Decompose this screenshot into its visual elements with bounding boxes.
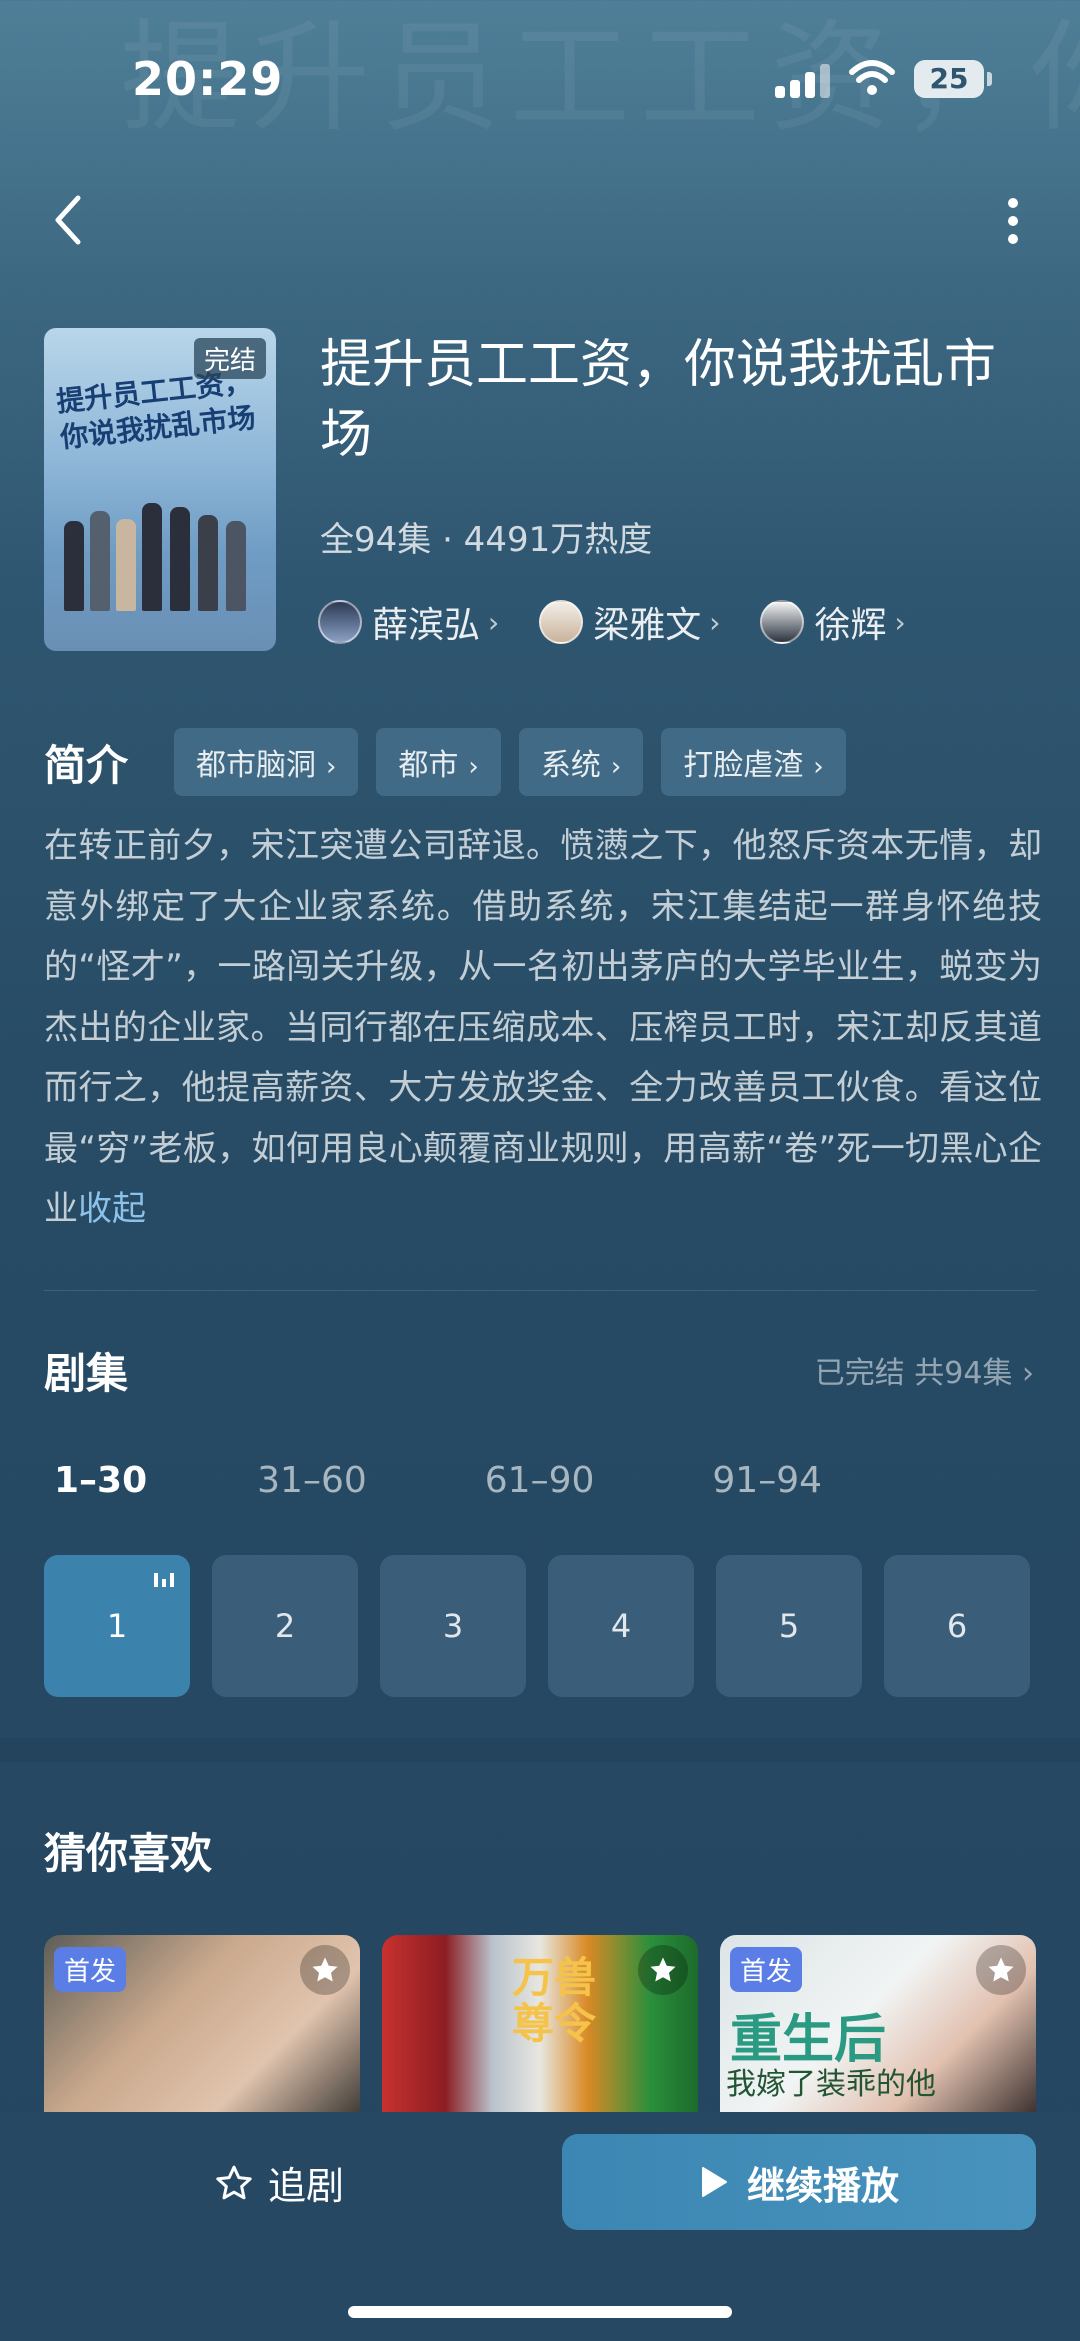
cast-name: 徐辉 — [814, 605, 887, 646]
avatar — [760, 600, 805, 644]
episode-list: 1 2 3 4 5 6 — [44, 1555, 1030, 1697]
continue-play-button[interactable]: 继续播放 — [562, 2134, 1036, 2230]
avatar — [539, 600, 584, 644]
show-poster[interactable]: 提升员工工资，你说我扰乱市场 完结 — [44, 328, 276, 651]
episodes-status-link[interactable]: 已完结 共94集 › — [815, 1348, 1034, 1392]
episode-button[interactable]: 4 — [548, 1555, 694, 1697]
star-icon[interactable] — [300, 1945, 350, 1995]
chevron-right-icon: › — [709, 605, 721, 639]
dot-icon — [1008, 216, 1018, 226]
episodes-label: 剧集 — [44, 1349, 129, 1398]
star-outline-icon — [216, 2165, 252, 2199]
now-playing-icon — [154, 1573, 174, 1587]
tab-range-61-90[interactable]: 61–90 — [485, 1460, 595, 1501]
collapse-link[interactable]: 收起 — [78, 1189, 146, 1229]
follow-button[interactable]: 追剧 — [214, 2155, 344, 2210]
episode-button[interactable]: 6 — [884, 1555, 1030, 1697]
avatar — [318, 600, 362, 644]
divider — [44, 1290, 1036, 1291]
star-icon[interactable] — [638, 1945, 688, 1995]
episode-button[interactable]: 2 — [212, 1555, 358, 1697]
recommend-card[interactable]: 首发 重生后 我嫁了装乖的他 — [720, 1935, 1036, 2115]
show-meta: 全94集 · 4491万热度 — [320, 520, 653, 560]
intro-header: 简介 都市脑洞 › 都市 › 系统 › 打脸虐渣 › — [44, 728, 864, 796]
poster-figures — [58, 491, 262, 611]
chevron-right-icon: › — [1022, 1356, 1034, 1391]
chevron-right-icon: › — [488, 605, 500, 639]
home-indicator — [348, 2306, 732, 2318]
recommend-label: 猜你喜欢 — [44, 1829, 213, 1878]
cast-item[interactable]: 徐辉 › — [760, 596, 906, 648]
synopsis: 在转正前夕，宋江突遭公司辞退。愤懑之下，他怒斥资本无情，却意外绑定了大企业家系统… — [44, 816, 1042, 1240]
cast-list: 薛滨弘 › 梁雅文 › 徐辉 › — [318, 596, 906, 648]
show-title: 提升员工工资，你说我扰乱市场 — [320, 335, 997, 465]
genre-tag[interactable]: 都市脑洞 › — [174, 728, 359, 796]
recommend-card[interactable]: 首发 — [44, 1935, 360, 2115]
chevron-right-icon: › — [468, 752, 479, 782]
cellular-signal-icon — [775, 62, 831, 98]
synopsis-text: 在转正前夕，宋江突遭公司辞退。愤懑之下，他怒斥资本无情，却意外绑定了大企业家系统… — [44, 826, 1042, 1229]
chevron-right-icon: › — [894, 605, 906, 639]
premiere-badge: 首发 — [730, 1947, 803, 1992]
recommend-list: 首发 万兽尊令 首发 重生后 我嫁了装乖的他 — [44, 1935, 1036, 2115]
chevron-right-icon: › — [813, 752, 824, 782]
chevron-right-icon: › — [610, 752, 622, 782]
play-icon — [701, 2167, 727, 2197]
cast-name: 梁雅文 — [593, 605, 702, 646]
cast-name: 薛滨弘 — [372, 605, 481, 646]
wifi-icon — [849, 60, 895, 95]
section-separator — [0, 1738, 1080, 1762]
cast-item[interactable]: 梁雅文 › — [539, 596, 720, 648]
more-options-button[interactable] — [998, 190, 1028, 250]
dot-icon — [1008, 198, 1018, 208]
tab-range-31-60[interactable]: 31–60 — [257, 1460, 367, 1501]
tab-range-91-94[interactable]: 91–94 — [712, 1460, 822, 1501]
battery-indicator: 25 — [914, 60, 992, 98]
premiere-badge: 首发 — [54, 1947, 127, 1992]
card-subtitle-art: 我嫁了装乖的他 — [726, 2067, 936, 2102]
star-icon[interactable] — [976, 1945, 1026, 1995]
chevron-right-icon: › — [326, 752, 337, 782]
episode-button[interactable]: 3 — [380, 1555, 526, 1697]
status-time: 20:29 — [132, 52, 284, 106]
card-title-art: 万兽尊令 — [512, 1953, 597, 2048]
chevron-left-icon — [55, 195, 81, 245]
dot-icon — [1008, 234, 1018, 244]
intro-label: 简介 — [44, 740, 129, 790]
episode-range-tabs: 1–30 31–60 61–90 91–94 — [54, 1460, 940, 1501]
genre-tag[interactable]: 打脸虐渣 › — [661, 728, 846, 796]
back-button[interactable] — [48, 190, 98, 250]
recommend-card[interactable]: 万兽尊令 — [382, 1935, 698, 2115]
completed-badge: 完结 — [193, 338, 266, 379]
status-bar: 20:29 25 — [0, 0, 1080, 160]
tab-range-1-30[interactable]: 1–30 — [54, 1460, 147, 1501]
genre-tag[interactable]: 都市 › — [376, 728, 501, 796]
episode-button[interactable]: 1 — [44, 1555, 190, 1697]
cast-item[interactable]: 薛滨弘 › — [318, 596, 499, 648]
episode-button[interactable]: 5 — [716, 1555, 862, 1697]
genre-tag[interactable]: 系统 › — [518, 728, 644, 796]
